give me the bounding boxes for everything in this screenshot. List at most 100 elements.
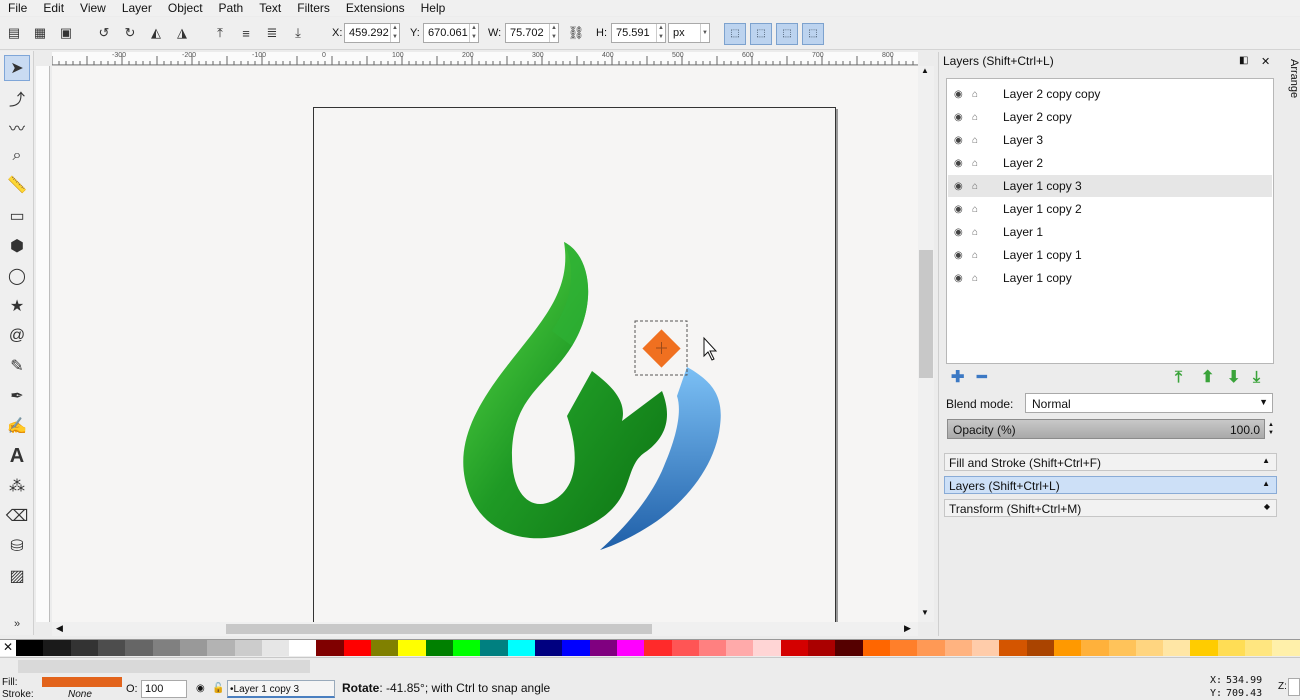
layer-row[interactable]: ◉ ⌂ Layer 2 copy <box>948 106 1272 128</box>
palette-swatch[interactable] <box>1272 640 1300 656</box>
unlock-icon[interactable]: ⌂ <box>972 181 978 192</box>
palette-swatch[interactable] <box>534 640 563 656</box>
palette-swatch[interactable] <box>507 640 535 656</box>
palette-swatch[interactable] <box>780 640 809 656</box>
palette-swatch[interactable] <box>1190 640 1218 656</box>
scroll-up-icon[interactable]: ▲ <box>921 66 929 75</box>
palette-swatch[interactable] <box>1135 640 1164 656</box>
palette-swatch[interactable] <box>671 640 699 656</box>
palette-swatch[interactable] <box>1081 640 1109 656</box>
raise-icon[interactable]: ≡ <box>236 23 256 43</box>
palette-swatch[interactable] <box>971 640 1000 656</box>
spin-arrows-icon[interactable]: ▲ ▼ <box>390 24 399 42</box>
menu-file[interactable]: File <box>0 1 35 15</box>
palette-swatch[interactable] <box>1053 640 1082 656</box>
close-icon[interactable]: ✕ <box>1261 55 1270 68</box>
rotate-ccw-icon[interactable]: ↺ <box>94 23 114 43</box>
artwork[interactable] <box>52 66 918 622</box>
lower-layer-icon[interactable]: ⬇ <box>1227 370 1240 386</box>
menu-object[interactable]: Object <box>160 1 211 15</box>
palette-swatch[interactable] <box>726 640 754 656</box>
palette-swatch[interactable] <box>234 640 262 656</box>
unlock-icon[interactable]: ⌂ <box>972 135 978 146</box>
unlock-icon[interactable]: ⌂ <box>972 273 978 284</box>
palette-swatch[interactable] <box>480 640 508 656</box>
transform-section[interactable]: Transform (Shift+Ctrl+M) ◆ <box>944 499 1277 517</box>
palette-swatch[interactable] <box>917 640 945 656</box>
palette-swatch[interactable] <box>890 640 918 656</box>
node-tool-icon[interactable]: ⤴ <box>4 85 30 111</box>
scroll-right-icon[interactable]: ▶ <box>904 623 911 634</box>
palette-swatch[interactable] <box>97 640 126 656</box>
layer-row[interactable]: ◉ ⌂ Layer 1 copy 2 <box>948 198 1272 220</box>
no-color-swatch[interactable]: ✕ <box>0 640 16 656</box>
palette-swatch[interactable] <box>562 640 590 656</box>
bucket-tool-icon[interactable]: ⛁ <box>4 533 30 559</box>
palette-swatch[interactable] <box>944 640 972 656</box>
menu-view[interactable]: View <box>72 1 114 15</box>
vertical-scroll-thumb[interactable] <box>919 250 933 378</box>
palette-swatch[interactable] <box>1026 640 1054 656</box>
iconify-icon[interactable]: ◧ <box>1239 55 1248 66</box>
unlock-icon[interactable]: ⌂ <box>972 250 978 261</box>
palette-swatch[interactable] <box>343 640 372 656</box>
unlock-icon[interactable]: ⌂ <box>972 112 978 123</box>
eye-icon[interactable]: ◉ <box>954 181 963 192</box>
palette-swatch[interactable] <box>152 640 180 656</box>
layer-row[interactable]: ◉ ⌂ Layer 1 copy 1 <box>948 244 1272 266</box>
zoom-input[interactable] <box>1288 678 1300 696</box>
box3d-tool-icon[interactable]: ⬢ <box>4 233 30 259</box>
select-all-icon[interactable]: ▤ <box>4 23 24 43</box>
palette-swatch[interactable] <box>316 640 344 656</box>
menu-path[interactable]: Path <box>211 1 252 15</box>
eye-icon[interactable]: ◉ <box>954 135 963 146</box>
circle-tool-icon[interactable]: ◯ <box>4 263 30 289</box>
flip-vertical-icon[interactable]: ◮ <box>172 23 192 43</box>
tweak-tool-icon[interactable]: 〰 <box>4 114 30 140</box>
pen-tool-icon[interactable]: ✒ <box>4 383 30 409</box>
layer-row[interactable]: ◉ ⌂ Layer 1 <box>948 221 1272 243</box>
spray-tool-icon[interactable]: ⁂ <box>4 473 30 499</box>
scroll-left-icon[interactable]: ◀ <box>56 623 63 634</box>
unit-select[interactable]: px ▼ <box>668 23 710 43</box>
raise-to-top-layer-icon[interactable]: ⤒ <box>1175 370 1182 386</box>
eye-icon[interactable]: ◉ <box>954 158 963 169</box>
opacity-input[interactable]: 100 <box>141 680 187 698</box>
horizontal-scrollbar[interactable]: ◀ ▶ <box>52 622 918 636</box>
move-patterns-icon[interactable]: ⬚ <box>802 23 824 45</box>
opacity-slider[interactable]: Opacity (%) 100.0 <box>947 419 1265 439</box>
add-layer-icon[interactable]: ✚ <box>951 370 964 386</box>
layer-row[interactable]: ◉ ⌂ Layer 2 copy copy <box>948 83 1272 105</box>
text-tool-icon[interactable]: A <box>4 443 30 469</box>
palette-swatch[interactable] <box>179 640 208 656</box>
raise-layer-icon[interactable]: ⬆ <box>1201 370 1214 386</box>
fill-stroke-section[interactable]: Fill and Stroke (Shift+Ctrl+F) ▲ <box>944 453 1277 471</box>
unlock-icon[interactable]: ⌂ <box>972 158 978 169</box>
menu-help[interactable]: Help <box>413 1 454 15</box>
spin-arrows-icon[interactable]: ▲ ▼ <box>469 24 478 42</box>
select-all-layers-icon[interactable]: ▦ <box>30 23 50 43</box>
arrange-tab[interactable]: Arrange <box>1282 55 1300 155</box>
layers-section[interactable]: Layers (Shift+Ctrl+L) ▲ <box>944 476 1277 494</box>
palette-swatch[interactable] <box>1217 640 1246 656</box>
menu-text[interactable]: Text <box>251 1 289 15</box>
palette-swatch[interactable] <box>125 640 153 656</box>
rect-tool-icon[interactable]: ▭ <box>4 203 30 229</box>
scale-corners-icon[interactable]: ⬚ <box>750 23 772 45</box>
palette-swatch[interactable] <box>644 640 672 656</box>
layer-row[interactable]: ◉ ⌂ Layer 1 copy 3 <box>948 175 1272 197</box>
palette-swatch[interactable] <box>698 640 727 656</box>
spin-arrows-icon[interactable]: ▲ ▼ <box>656 24 665 42</box>
palette-swatch[interactable] <box>261 640 290 656</box>
color-palette[interactable]: ✕ <box>0 639 1300 656</box>
scale-stroke-icon[interactable]: ⬚ <box>724 23 746 45</box>
star-tool-icon[interactable]: ★ <box>4 293 30 319</box>
canvas[interactable] <box>52 66 918 622</box>
horizontal-scroll-thumb[interactable] <box>226 624 652 634</box>
more-tools-icon[interactable]: » <box>4 611 30 637</box>
rotate-cw-icon[interactable]: ↻ <box>120 23 140 43</box>
y-input[interactable]: 670.061 ▲ ▼ <box>423 23 479 43</box>
layer-row[interactable]: ◉ ⌂ Layer 2 <box>948 152 1272 174</box>
eye-icon[interactable]: ◉ <box>954 204 963 215</box>
pencil-tool-icon[interactable]: ✎ <box>4 353 30 379</box>
